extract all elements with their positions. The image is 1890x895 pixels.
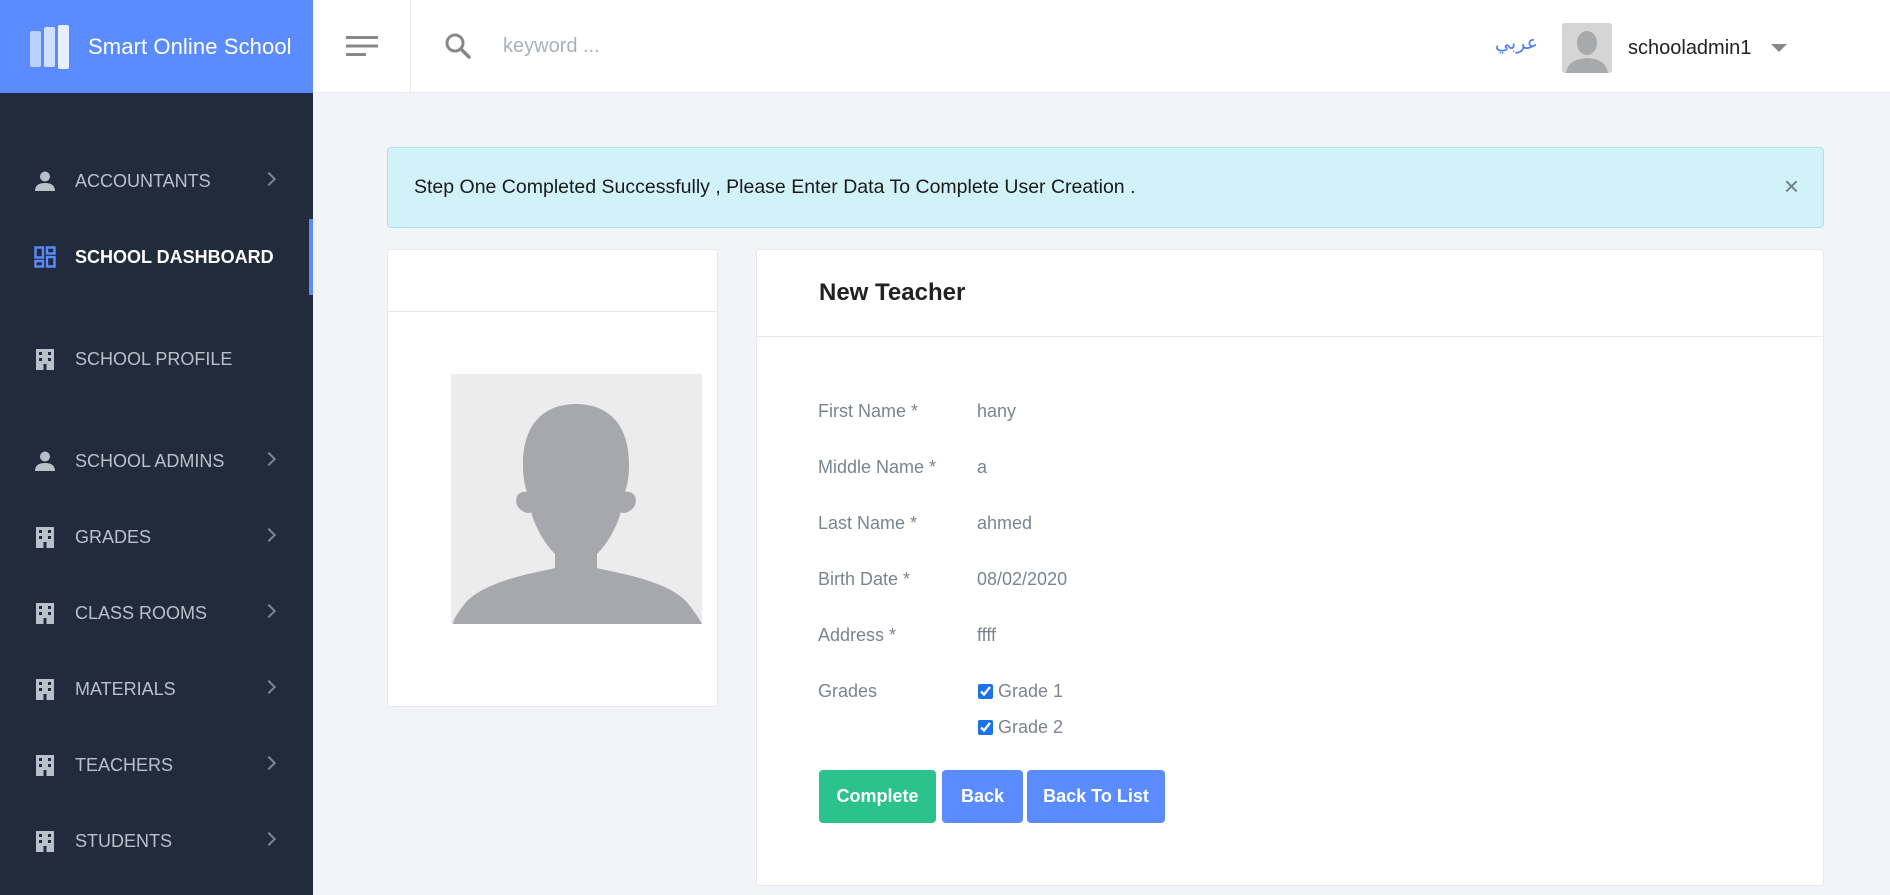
chevron-right-icon <box>261 603 277 619</box>
username: schooladmin1 <box>1628 36 1752 59</box>
sidebar-item-label: SCHOOL PROFILE <box>75 348 233 369</box>
field-label: Birth Date * <box>818 569 911 589</box>
field-label: Grades <box>818 681 878 701</box>
sidebar-item-students[interactable]: STUDENTS <box>0 811 313 871</box>
sidebar-item-school-dashboard[interactable]: SCHOOL DASHBOARD <box>0 219 313 295</box>
sidebar-item-school-admins[interactable]: SCHOOL ADMINS <box>0 431 313 491</box>
sidebar: ACCOUNTANTS SCHOOL DASHBOARD SCHOOL PROF… <box>0 93 313 895</box>
sidebar-item-label: ACCOUNTANTS <box>75 170 211 191</box>
sidebar-item-label: STUDENTS <box>75 830 173 851</box>
building-icon <box>34 348 56 370</box>
avatar <box>1562 23 1612 73</box>
checkbox[interactable] <box>978 684 993 699</box>
checkbox-label: Grade 1 <box>998 681 1064 701</box>
building-icon <box>34 754 56 776</box>
sidebar-item-label: SCHOOL DASHBOARD <box>75 246 274 267</box>
chevron-right-icon <box>261 831 277 847</box>
field-value: ffff <box>977 625 997 645</box>
alert-message: Step One Completed Successfully , Please… <box>414 176 1136 198</box>
chevron-right-icon <box>261 755 277 771</box>
search-icon[interactable] <box>445 33 471 59</box>
dashboard-icon <box>34 246 56 268</box>
field-middle-name: Middle Name * a <box>818 457 987 478</box>
building-icon <box>34 678 56 700</box>
app-logo-icon <box>30 24 70 69</box>
menu-toggle-button[interactable] <box>313 0 411 93</box>
caret-down-icon <box>1771 44 1788 52</box>
search-bar <box>445 33 903 59</box>
field-grades: Grades <box>818 681 977 702</box>
building-icon <box>34 602 56 624</box>
field-value: 08/02/2020 <box>977 569 1068 589</box>
field-value: ahmed <box>977 513 1033 533</box>
checkbox-label: Grade 2 <box>998 717 1064 737</box>
language-switch-link[interactable]: عربي <box>1495 32 1538 55</box>
field-label: Middle Name * <box>818 457 937 477</box>
field-address: Address * ffff <box>818 625 996 646</box>
success-alert: Step One Completed Successfully , Please… <box>387 147 1824 228</box>
person-icon <box>34 170 56 192</box>
sidebar-item-label: MATERIALS <box>75 678 176 699</box>
chevron-right-icon <box>261 527 277 543</box>
field-last-name: Last Name * ahmed <box>818 513 1032 534</box>
building-icon <box>34 526 56 548</box>
hamburger-icon <box>345 36 378 56</box>
sidebar-item-label: GRADES <box>75 526 152 547</box>
sidebar-item-grades[interactable]: GRADES <box>0 507 313 567</box>
field-label: Last Name * <box>818 513 918 533</box>
field-value: hany <box>977 401 1017 421</box>
profile-photo-card <box>387 249 718 707</box>
grade-2-checkbox[interactable]: Grade 2 <box>978 717 1063 738</box>
grade-1-checkbox[interactable]: Grade 1 <box>978 681 1063 702</box>
form-title: New Teacher <box>757 250 1823 337</box>
app-title: Smart Online School <box>88 33 292 59</box>
field-label: Address * <box>818 625 897 645</box>
field-first-name: First Name * hany <box>818 401 1016 422</box>
person-icon <box>34 450 56 472</box>
brand-header[interactable]: Smart Online School <box>0 0 313 93</box>
building-icon <box>34 830 56 852</box>
search-input[interactable] <box>503 34 903 58</box>
sidebar-item-class-rooms[interactable]: CLASS ROOMS <box>0 583 313 643</box>
back-button[interactable]: Back <box>942 770 1023 823</box>
chevron-right-icon <box>261 679 277 695</box>
sidebar-item-label: TEACHERS <box>75 754 174 775</box>
profile-photo-placeholder[interactable] <box>451 374 702 624</box>
field-label: First Name * <box>818 401 919 421</box>
back-to-list-button[interactable]: Back To List <box>1027 770 1165 823</box>
sidebar-item-materials[interactable]: MATERIALS <box>0 659 313 719</box>
checkbox[interactable] <box>978 720 993 735</box>
user-menu[interactable]: schooladmin1 <box>1562 23 1788 73</box>
field-birth-date: Birth Date * 08/02/2020 <box>818 569 1067 590</box>
complete-button[interactable]: Complete <box>819 770 936 823</box>
sidebar-item-label: CLASS ROOMS <box>75 602 208 623</box>
close-icon[interactable]: × <box>1784 173 1799 199</box>
field-value: a <box>977 457 988 477</box>
sidebar-item-school-profile[interactable]: SCHOOL PROFILE <box>0 329 313 389</box>
card-header <box>388 250 717 312</box>
chevron-right-icon <box>261 171 277 187</box>
sidebar-item-label: SCHOOL ADMINS <box>75 450 225 471</box>
sidebar-item-accountants[interactable]: ACCOUNTANTS <box>0 151 313 211</box>
chevron-right-icon <box>261 451 277 467</box>
sidebar-item-teachers[interactable]: TEACHERS <box>0 735 313 795</box>
